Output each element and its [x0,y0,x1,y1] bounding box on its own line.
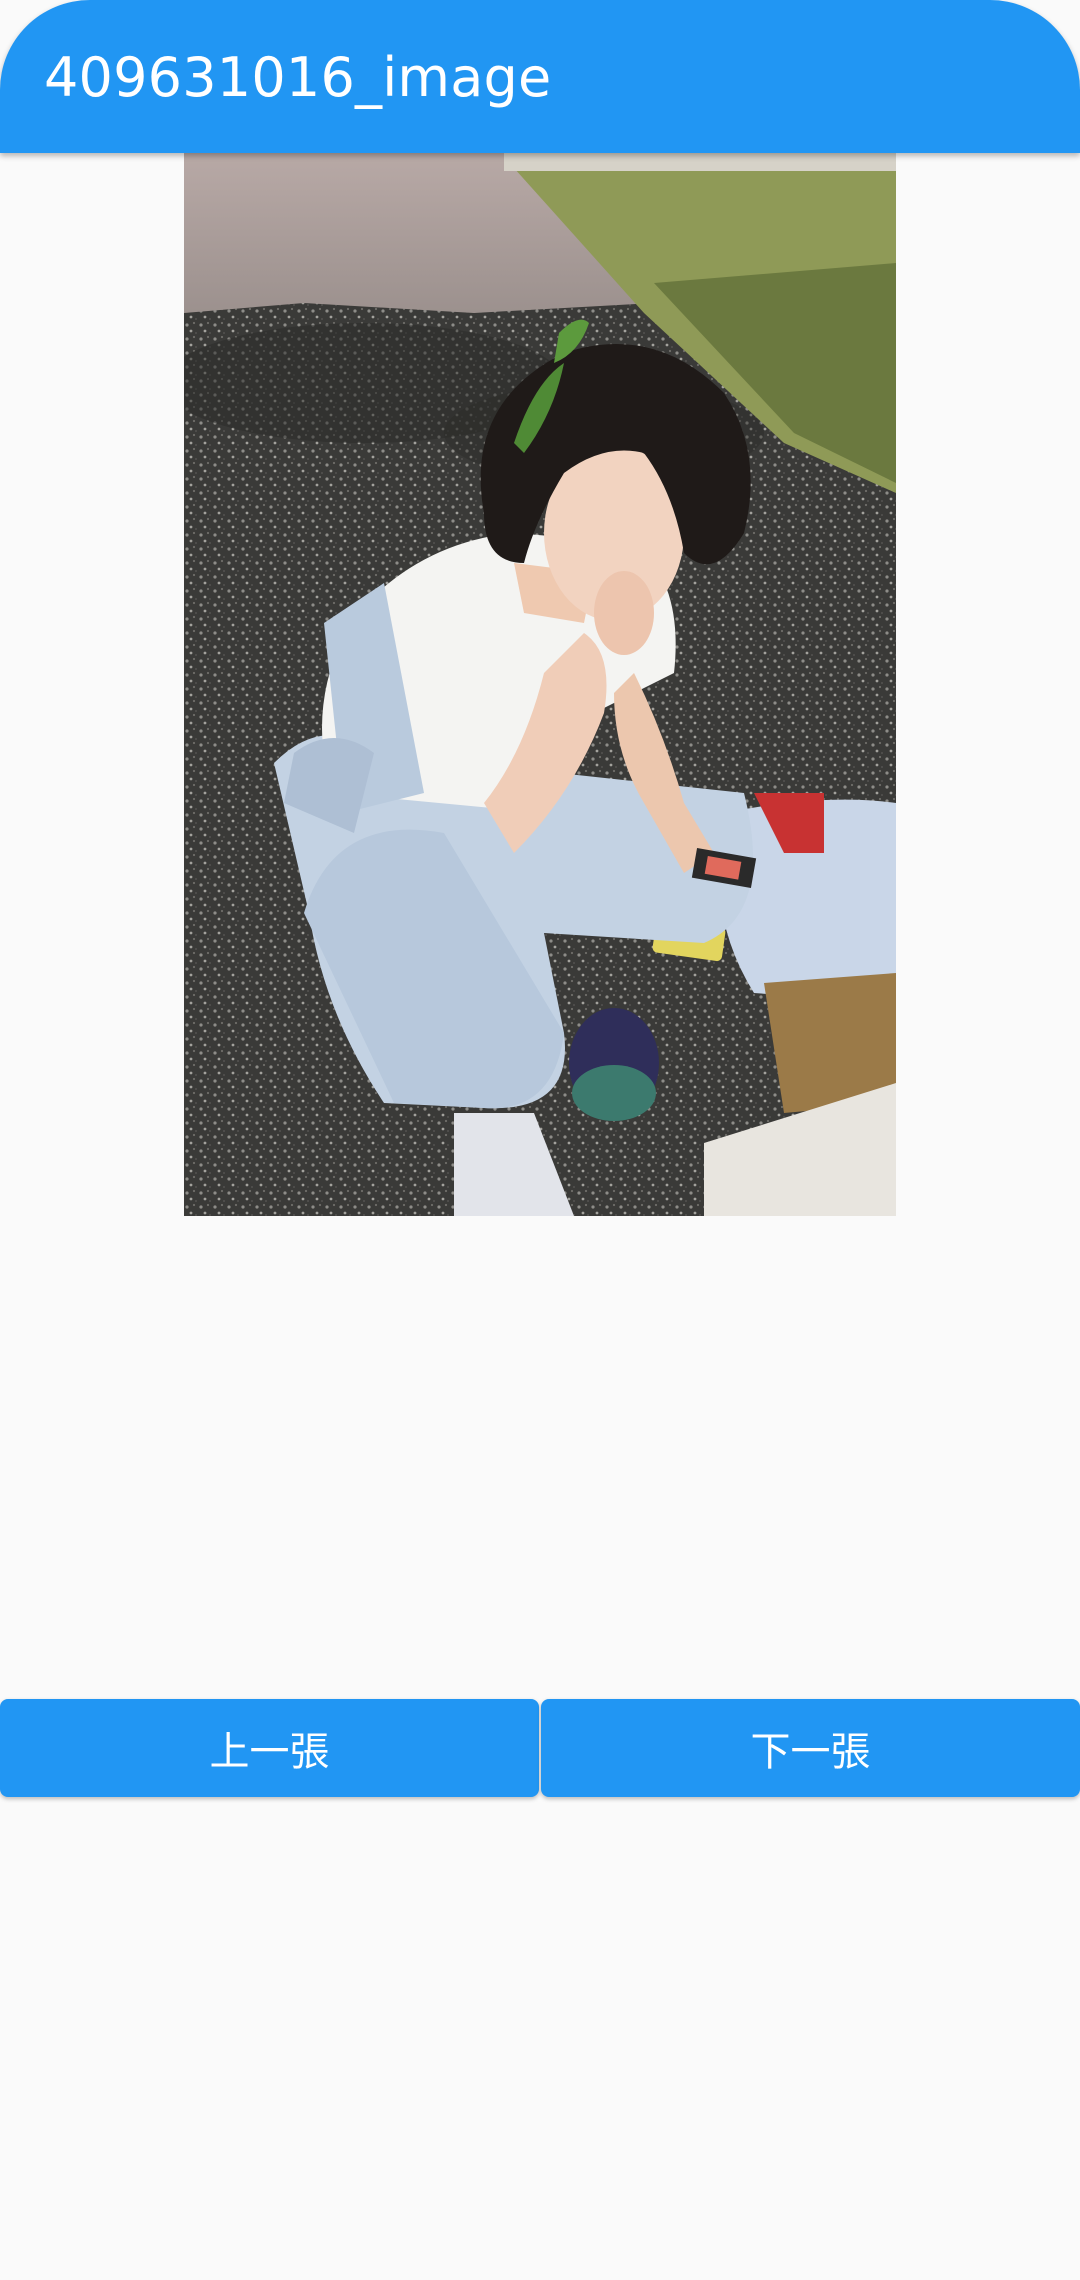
app-screen: 409631016_image 上一張 下一張 [0,0,1080,2280]
next-image-button[interactable]: 下一張 [541,1699,1080,1797]
previous-image-button[interactable]: 上一張 [0,1699,539,1797]
page-title: 409631016_image [44,46,552,109]
displayed-photo [184,153,896,1216]
app-bar: 409631016_image [0,0,1080,153]
